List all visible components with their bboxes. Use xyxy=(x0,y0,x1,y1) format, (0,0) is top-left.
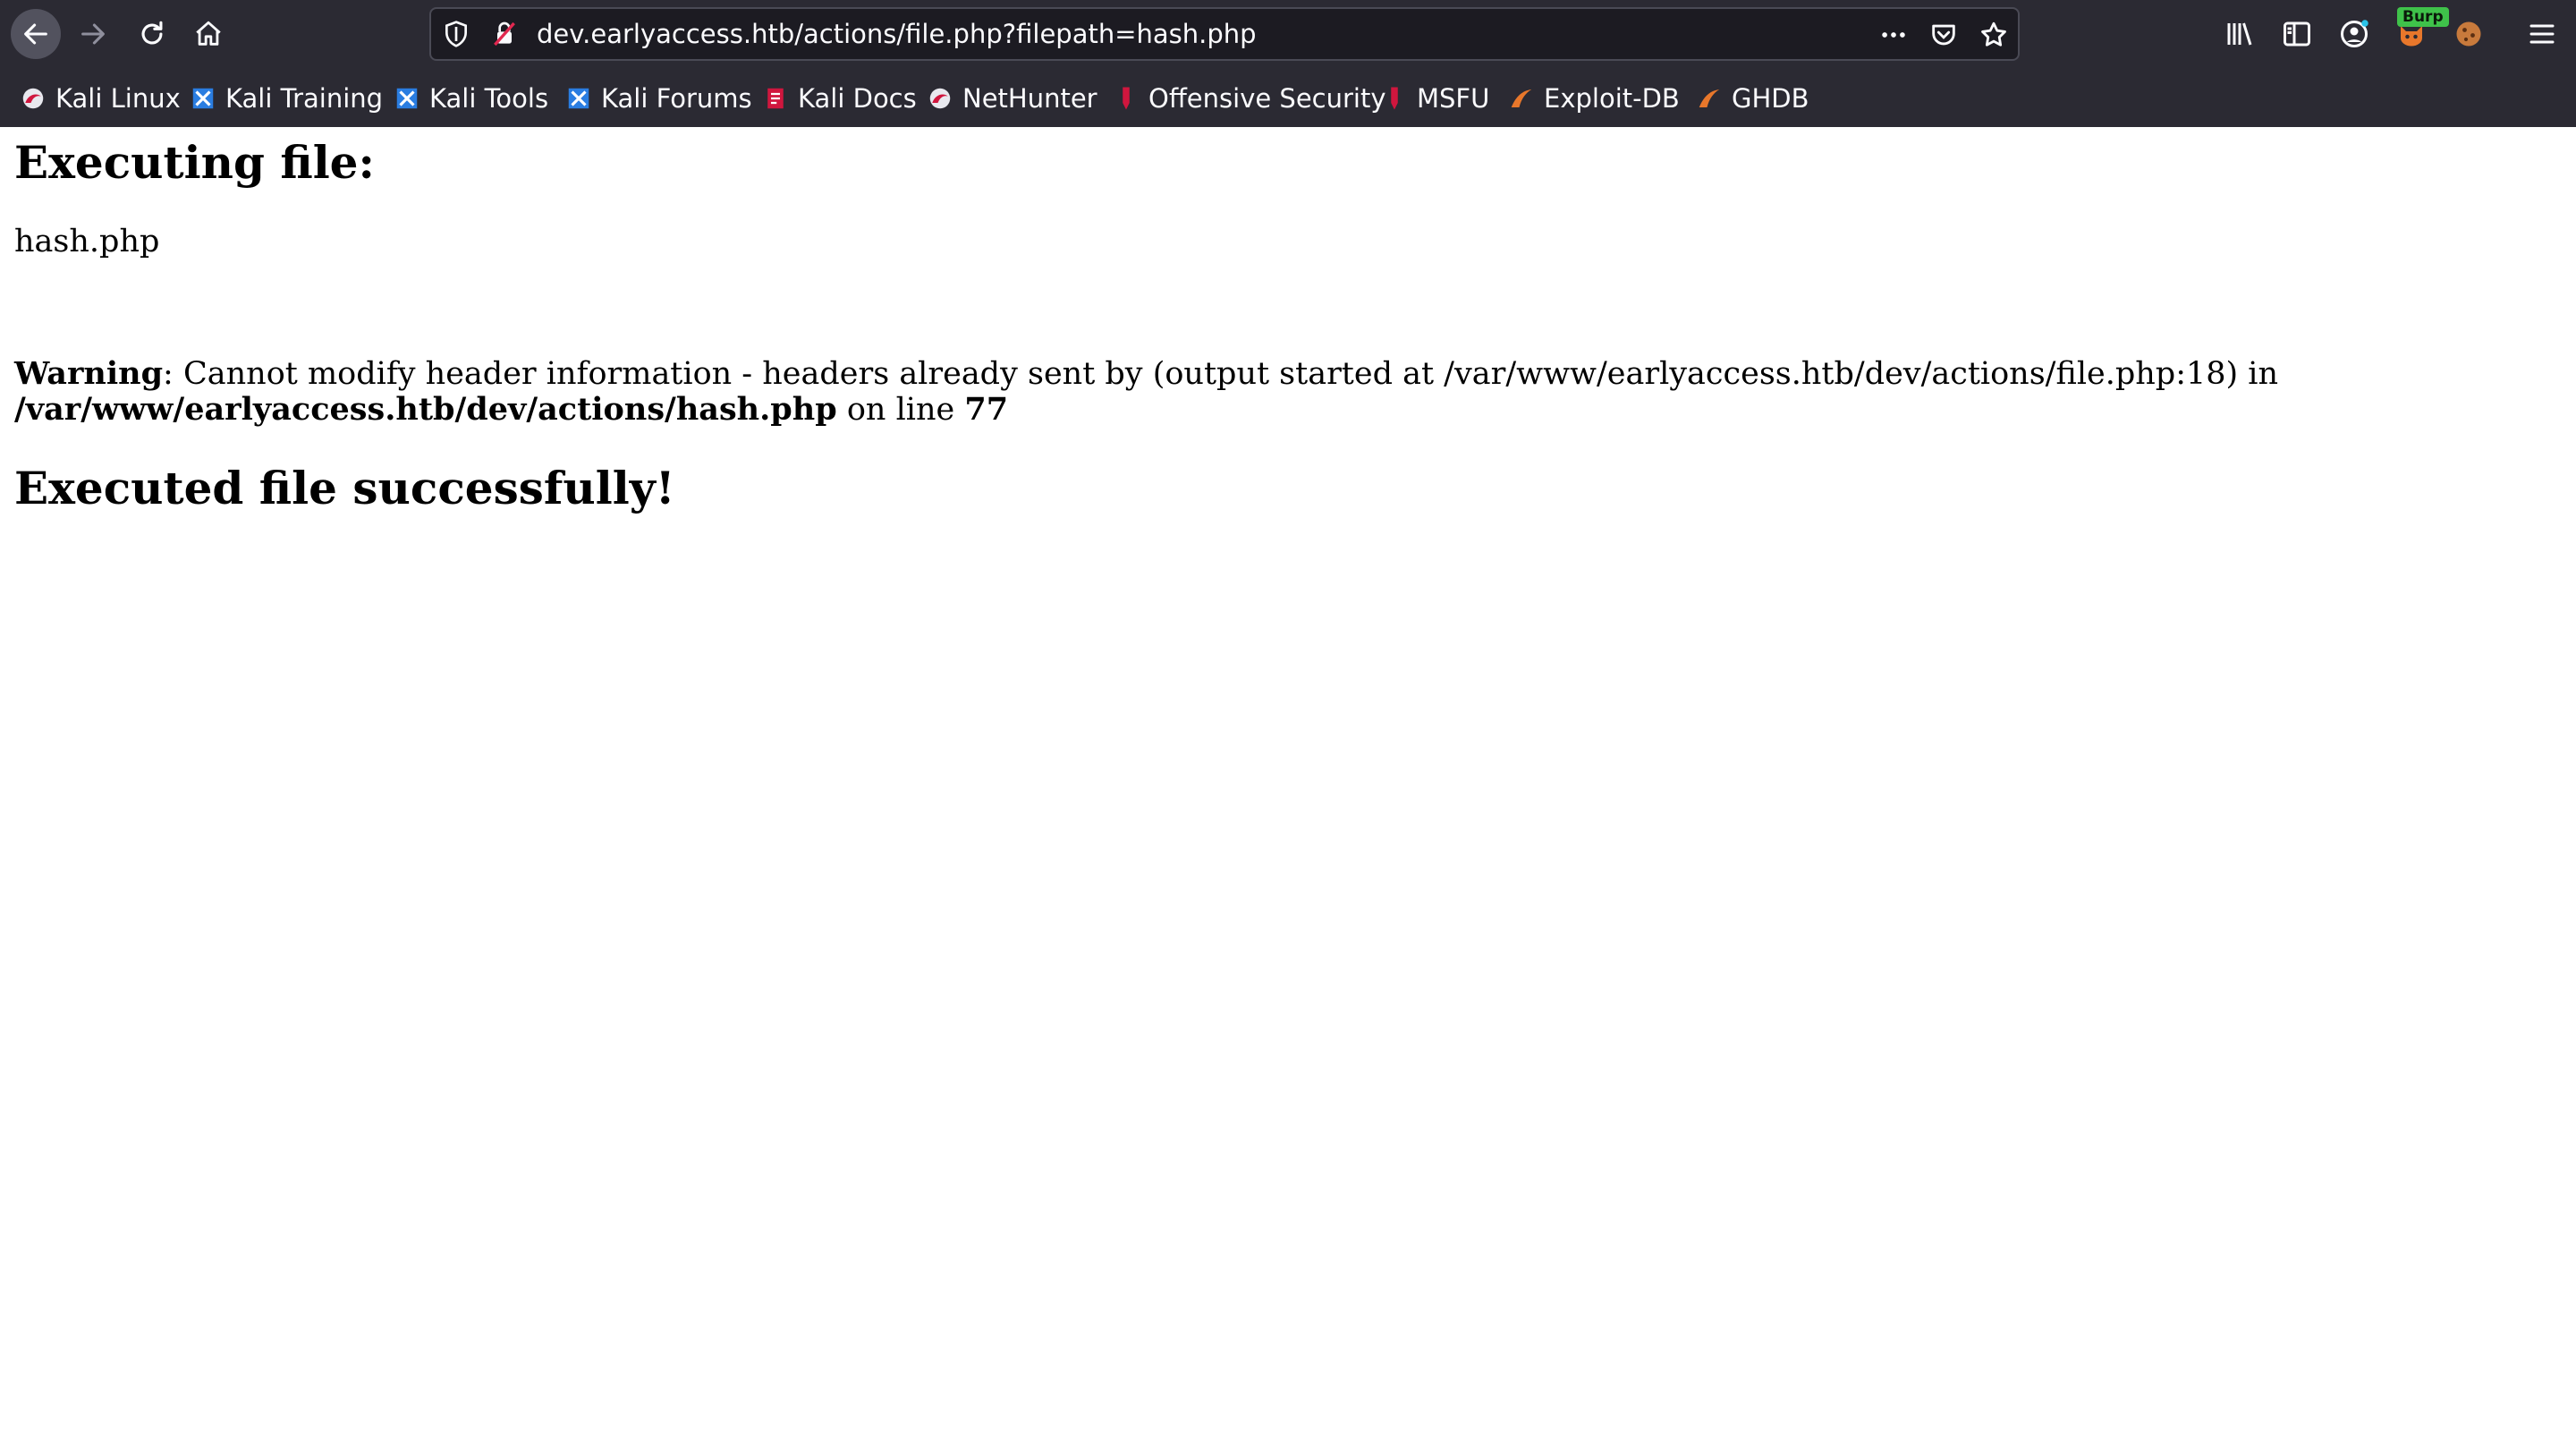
home-icon xyxy=(196,21,221,46)
bookmark-kali-training[interactable]: Kali Training xyxy=(190,70,383,127)
success-heading: Executed file successfully! xyxy=(14,462,675,514)
page-actions-more-icon[interactable] xyxy=(1878,20,1909,50)
bookmark-ghdb[interactable]: GHDB xyxy=(1696,70,1809,127)
home-button[interactable] xyxy=(183,9,233,59)
hamburger-menu-icon[interactable] xyxy=(2526,18,2558,50)
tracking-protection-shield-icon[interactable] xyxy=(442,20,470,48)
ghdb-icon xyxy=(1699,89,1720,107)
kali-tools-icon xyxy=(396,88,418,109)
sidebar-icon[interactable] xyxy=(2281,18,2313,50)
back-arrow-icon xyxy=(24,23,47,45)
browser-chrome: dev.earlyaccess.htb/actions/file.php?fil… xyxy=(0,0,2576,127)
url-text[interactable]: dev.earlyaccess.htb/actions/file.php?fil… xyxy=(537,9,1257,59)
bookmark-exploit-db[interactable]: Exploit-DB xyxy=(1508,70,1680,127)
nav-toolbar: dev.earlyaccess.htb/actions/file.php?fil… xyxy=(0,0,2576,68)
nethunter-icon xyxy=(929,88,951,109)
forward-arrow-icon xyxy=(81,23,105,45)
warning-label: Warning xyxy=(14,355,164,392)
executing-filename: hash.php xyxy=(14,224,160,259)
reload-button[interactable] xyxy=(127,9,177,59)
bookmark-star-icon[interactable] xyxy=(1979,20,2009,50)
executing-heading: Executing file: xyxy=(14,136,375,189)
kali-forums-icon xyxy=(568,88,589,109)
reload-icon xyxy=(141,21,163,45)
kali-dragon-icon xyxy=(22,88,44,109)
exploit-db-icon xyxy=(1511,89,1532,107)
library-icon[interactable] xyxy=(2224,18,2256,50)
bookmark-kali-linux[interactable]: Kali Linux xyxy=(20,70,181,127)
bookmarks-toolbar: Kali Linux Kali Training Kali Tools Kali… xyxy=(0,70,2576,127)
warning-on-line: on line xyxy=(836,392,965,428)
bookmark-nethunter[interactable]: NetHunter xyxy=(927,70,1097,127)
bookmark-offensive-security[interactable]: Offensive Security xyxy=(1113,70,1386,127)
msfu-icon xyxy=(1391,87,1398,110)
bookmark-kali-tools[interactable]: Kali Tools xyxy=(394,70,548,127)
url-bar[interactable]: dev.earlyaccess.htb/actions/file.php?fil… xyxy=(429,7,2020,61)
insecure-connection-lock-icon[interactable] xyxy=(490,20,519,48)
bookmark-kali-forums[interactable]: Kali Forums xyxy=(565,70,752,127)
warning-path: /var/www/earlyaccess.htb/dev/actions/has… xyxy=(14,391,837,428)
kali-training-icon xyxy=(192,88,214,109)
bookmark-msfu[interactable]: MSFU xyxy=(1381,70,1489,127)
back-button[interactable] xyxy=(11,9,61,59)
warning-text: : Cannot modify header information - hea… xyxy=(163,356,2279,392)
bookmark-kali-docs[interactable]: Kali Docs xyxy=(762,70,917,127)
php-warning-message: Warning: Cannot modify header informatio… xyxy=(14,355,2537,429)
burp-badge: Burp xyxy=(2397,7,2449,27)
cookie-editor-extension-icon[interactable] xyxy=(2453,18,2485,50)
kali-docs-icon xyxy=(767,88,784,109)
offsec-icon xyxy=(1123,87,1130,110)
forward-button[interactable] xyxy=(68,9,118,59)
pocket-icon[interactable] xyxy=(1928,20,1959,50)
warning-line-number: 77 xyxy=(964,391,1009,428)
account-icon[interactable] xyxy=(2338,18,2370,50)
